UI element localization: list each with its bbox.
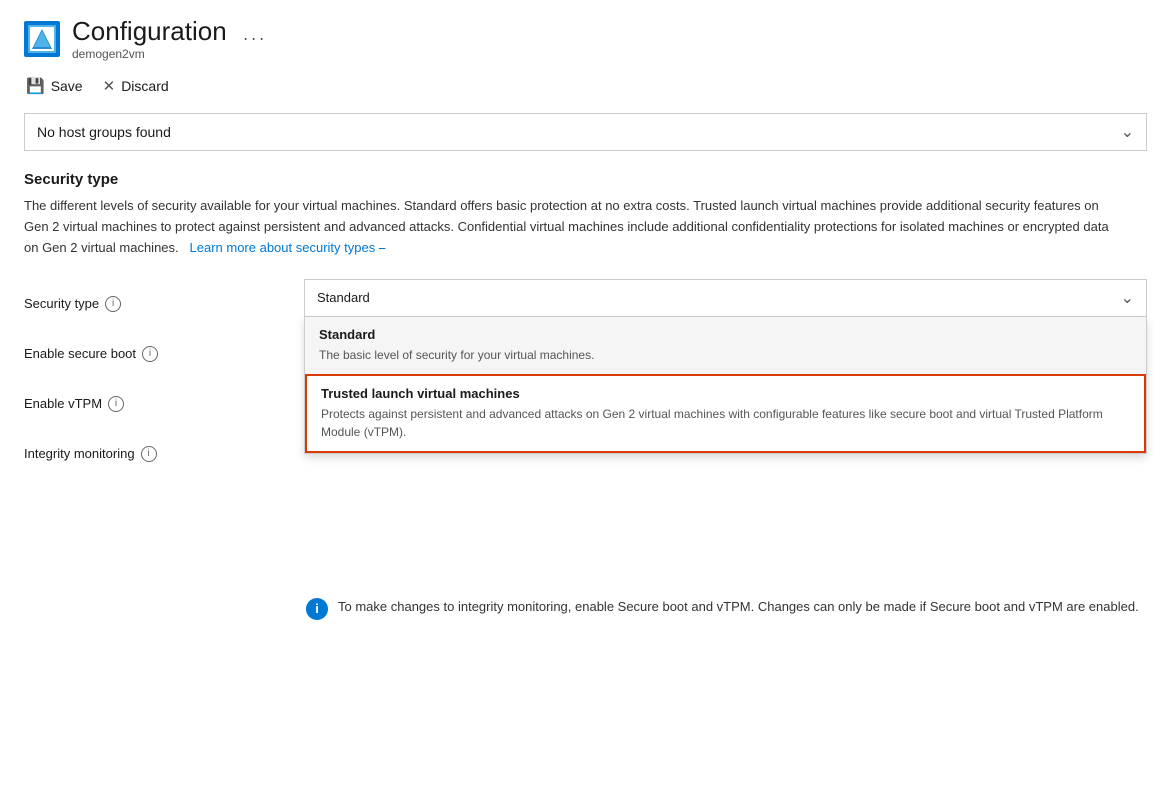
page-subtitle: demogen2vm [72,47,227,61]
enable-secure-boot-label-row: Enable secure boot i [24,329,304,379]
enable-vtpm-label: Enable vTPM [24,396,102,411]
enable-secure-boot-info-icon[interactable]: i [142,346,158,362]
save-label: Save [51,78,83,94]
dropdown-option-standard[interactable]: Standard The basic level of security for… [305,317,1146,374]
chevron-down-icon: ⌄ [1121,288,1134,308]
enable-secure-boot-label: Enable secure boot [24,346,136,361]
form-controls: Standard ⌄ Standard The basic level of s… [304,279,1147,620]
enable-vtpm-label-row: Enable vTPM i [24,379,304,429]
toolbar: 💾 Save ✕ Discard [24,73,1147,99]
host-groups-dropdown[interactable]: No host groups found ⌄ [24,113,1147,151]
enable-vtpm-info-icon[interactable]: i [108,396,124,412]
external-link-icon: ⎯ [379,240,386,255]
integrity-monitoring-label-row: Integrity monitoring i [24,429,304,479]
trusted-launch-option-title: Trusted launch virtual machines [321,386,1130,401]
learn-more-link[interactable]: Learn more about security types ⎯ [186,240,385,255]
form-labels: Security type i Enable secure boot i Ena… [24,279,304,620]
save-button[interactable]: 💾 Save [24,73,85,99]
info-icon: i [306,598,328,620]
integrity-monitoring-label: Integrity monitoring [24,446,135,461]
security-type-info-icon[interactable]: i [105,296,121,312]
more-options-button[interactable]: ··· [243,28,267,49]
dropdown-option-trusted-launch[interactable]: Trusted launch virtual machines Protects… [305,374,1146,453]
security-type-dropdown-menu: Standard The basic level of security for… [304,317,1147,454]
form-area: Security type i Enable secure boot i Ena… [24,279,1147,620]
azure-config-icon [24,21,60,57]
chevron-down-icon: ⌄ [1121,122,1134,142]
security-type-label-row: Security type i [24,279,304,329]
info-banner-text: To make changes to integrity monitoring,… [338,597,1139,618]
discard-button[interactable]: ✕ Discard [101,73,171,99]
section-description: The different levels of security availab… [24,196,1124,258]
security-type-label: Security type [24,296,99,311]
standard-option-description: The basic level of security for your vir… [319,346,1132,364]
section-title: Security type [24,171,1147,188]
header-title-block: Configuration demogen2vm [72,16,227,61]
discard-icon: ✕ [103,77,116,95]
integrity-monitoring-info-icon[interactable]: i [141,446,157,462]
security-type-dropdown[interactable]: Standard ⌄ [304,279,1147,317]
save-icon: 💾 [26,77,45,95]
discard-label: Discard [121,78,168,94]
trusted-launch-option-description: Protects against persistent and advanced… [321,405,1130,441]
standard-option-title: Standard [319,327,1132,342]
info-banner: i To make changes to integrity monitorin… [304,597,1147,620]
page-header: Configuration demogen2vm ··· [24,16,1147,61]
host-groups-value: No host groups found [37,124,171,140]
security-type-selected-value: Standard [317,290,370,305]
page-title: Configuration [72,16,227,47]
